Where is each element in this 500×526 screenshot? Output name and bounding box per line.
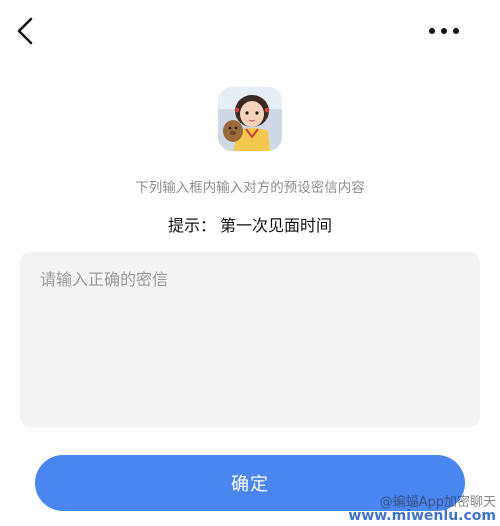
avatar [218, 87, 282, 151]
back-button[interactable] [10, 14, 40, 48]
confirm-button[interactable]: 确定 [35, 455, 465, 511]
chevron-left-icon [17, 17, 33, 45]
watermark-line2: www.miwenlu.com [348, 508, 496, 525]
tip-label: 提示： [167, 216, 216, 235]
tip-answer: 第一次见面时间 [220, 216, 333, 235]
ellipsis-icon [429, 28, 459, 34]
more-options-button[interactable] [424, 16, 464, 46]
secret-message-input[interactable] [20, 252, 480, 427]
avatar-photo [218, 87, 282, 151]
secret-message-page: 下列输入框内输入对方的预设密信内容 提示：第一次见面时间 确定 @蝙蝠App加密… [0, 0, 500, 526]
tip-line: 提示： 第一次见面时间 [0, 212, 500, 236]
instruction-text: 下列输入框内输入对方的预设密信内容 [135, 180, 365, 196]
